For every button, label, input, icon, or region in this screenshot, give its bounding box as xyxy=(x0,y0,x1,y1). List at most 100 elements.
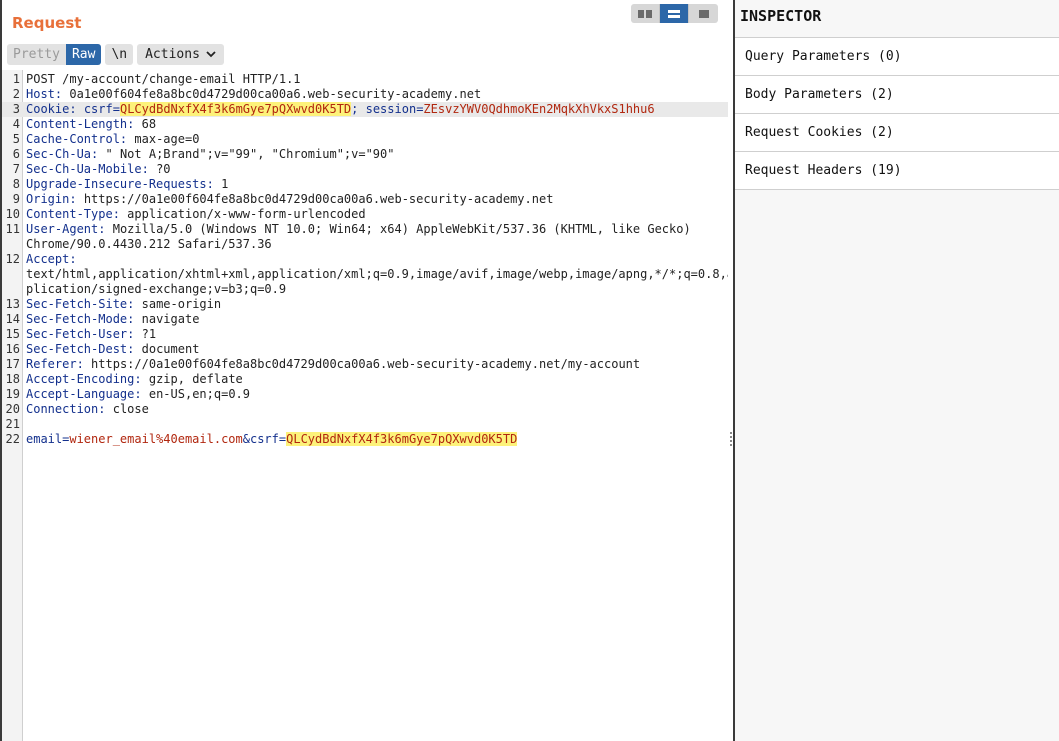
line-content: Chrome/90.0.4430.212 Safari/537.36 xyxy=(23,237,728,252)
editor-line[interactable]: 10 Content-Type: application/x-www-form-u… xyxy=(2,207,728,222)
editor-line[interactable]: 3 Cookie: csrf=QLCydBdNxfX4f3k6mGye7pQXwv… xyxy=(2,102,728,117)
line-text: Chrome/90.0.4430.212 Safari/537.36 xyxy=(26,237,272,251)
colon: : xyxy=(134,372,142,386)
editor-line[interactable]: 14 Sec-Fetch-Mode: navigate xyxy=(2,312,728,327)
inspector-title: INSPECTOR xyxy=(740,7,822,25)
editor-line[interactable]: 16 Sec-Fetch-Dest: document xyxy=(2,342,728,357)
header-value: navigate xyxy=(141,312,200,326)
editor-line[interactable]: 2 Host: 0a1e00f604fe8a8bc0d4729d00ca00a6.… xyxy=(2,87,728,102)
editor-line[interactable]: 20 Connection: close xyxy=(2,402,728,417)
line-content: Content-Type: application/x-www-form-url… xyxy=(23,207,728,222)
raw-request-editor[interactable]: 1 POST /my-account/change-email HTTP/1.1 2… xyxy=(2,72,728,447)
cookie-name: session xyxy=(365,102,417,116)
chevron-down-icon xyxy=(206,51,216,58)
header-value: 0a1e00f604fe8a8bc0d4729d00ca00a6.web-sec… xyxy=(69,87,482,101)
side-by-side-layout-icon xyxy=(638,9,652,18)
editor-line[interactable]: 5 Cache-Control: max-age=0 xyxy=(2,132,728,147)
line-number: 7 xyxy=(12,162,20,176)
header-value: same-origin xyxy=(141,297,222,311)
header-name: Accept-Encoding xyxy=(26,372,135,386)
editor-line[interactable]: 15 Sec-Fetch-User: ?1 xyxy=(2,327,728,342)
editor-line[interactable]: 22 email=wiener_email%40email.com&csrf=QL… xyxy=(2,432,728,447)
header-name: Sec-Ch-Ua-Mobile xyxy=(26,162,142,176)
editor-line[interactable]: 13 Sec-Fetch-Site: same-origin xyxy=(2,297,728,312)
editor-line[interactable]: 11 User-Agent: Mozilla/5.0 (Windows NT 10… xyxy=(2,222,728,237)
line-number: 2 xyxy=(12,87,20,101)
line-content: Upgrade-Insecure-Requests: 1 xyxy=(23,177,728,192)
side-by-side-layout-button[interactable] xyxy=(631,4,660,23)
header-value: https://0a1e00f604fe8a8bc0d4729d00ca00a6… xyxy=(91,357,641,371)
header-value: application/x-www-form-urlencoded xyxy=(127,207,366,221)
actions-menu-button[interactable]: Actions xyxy=(137,44,224,65)
header-value: 1 xyxy=(221,177,229,191)
inspector-section-body-parameters[interactable]: Body Parameters (2) xyxy=(735,76,1059,114)
editor-line[interactable]: 7 Sec-Ch-Ua-Mobile: ?0 xyxy=(2,162,728,177)
line-number: 16 xyxy=(5,342,20,356)
line-number: 19 xyxy=(5,387,20,401)
line-number: 22 xyxy=(5,432,20,446)
editor-line[interactable]: 21 xyxy=(2,417,728,432)
line-number: 3 xyxy=(12,102,20,116)
line-content: Accept-Encoding: gzip, deflate xyxy=(23,372,728,387)
line-text: POST /my-account/change-email HTTP/1.1 xyxy=(26,72,301,86)
header-name: Host xyxy=(26,87,55,101)
single-pane-layout-icon xyxy=(698,9,709,18)
editor-line[interactable]: 18 Accept-Encoding: gzip, deflate xyxy=(2,372,728,387)
header-value: ?0 xyxy=(156,162,171,176)
header-value: " Not A;Brand";v="99", "Chromium";v="90" xyxy=(105,147,395,161)
line-content: Accept: xyxy=(23,252,728,267)
editor-line[interactable]: 9 Origin: https://0a1e00f604fe8a8bc0d4729… xyxy=(2,192,728,207)
editor-line[interactable]: 12 Accept: xyxy=(2,252,728,267)
header-value: gzip, deflate xyxy=(148,372,243,386)
inspector-section-request-cookies[interactable]: Request Cookies (2) xyxy=(735,114,1059,152)
editor-line[interactable]: 8 Upgrade-Insecure-Requests: 1 xyxy=(2,177,728,192)
editor-line[interactable]: Chrome/90.0.4430.212 Safari/537.36 xyxy=(2,237,728,252)
equals: = xyxy=(112,102,120,116)
line-content xyxy=(23,417,728,432)
stacked-layout-button[interactable] xyxy=(660,4,689,23)
single-pane-layout-button[interactable] xyxy=(689,4,718,23)
inspector-section-request-headers[interactable]: Request Headers (19) xyxy=(735,152,1059,190)
actions-label: Actions xyxy=(145,47,200,62)
line-content: plication/signed-exchange;v=b3;q=0.9 xyxy=(23,282,728,297)
line-text: plication/signed-exchange;v=b3;q=0.9 xyxy=(26,282,287,296)
editor-line[interactable]: 4 Content-Length: 68 xyxy=(2,117,728,132)
editor-line[interactable]: 1 POST /my-account/change-email HTTP/1.1 xyxy=(2,72,728,87)
header-name: Referer xyxy=(26,357,77,371)
editor-line[interactable]: 19 Accept-Language: en-US,en;q=0.9 xyxy=(2,387,728,402)
editor-line[interactable]: plication/signed-exchange;v=b3;q=0.9 xyxy=(2,282,728,297)
header-name: Origin xyxy=(26,192,70,206)
body-param-name: email xyxy=(26,432,63,446)
line-content: email=wiener_email%40email.com&csrf=QLCy… xyxy=(23,432,728,447)
layout-toggles xyxy=(631,4,718,23)
line-number: 6 xyxy=(12,147,20,161)
inspector-section-query-parameters[interactable]: Query Parameters (0) xyxy=(735,38,1059,76)
header-name: Accept-Language xyxy=(26,387,135,401)
header-name: Sec-Fetch-User xyxy=(26,327,128,341)
editor-line[interactable]: text/html,application/xhtml+xml,applicat… xyxy=(2,267,728,282)
line-content: Origin: https://0a1e00f604fe8a8bc0d4729d… xyxy=(23,192,728,207)
line-content: Sec-Ch-Ua: " Not A;Brand";v="99", "Chrom… xyxy=(23,147,728,162)
raw-button[interactable]: Raw xyxy=(65,44,102,65)
editor-line[interactable]: 17 Referer: https://0a1e00f604fe8a8bc0d47… xyxy=(2,357,728,372)
editor-line[interactable]: 6 Sec-Ch-Ua: " Not A;Brand";v="99", "Chro… xyxy=(2,147,728,162)
header-name: Content-Length xyxy=(26,117,128,131)
line-number: 12 xyxy=(5,252,20,266)
pretty-button[interactable]: Pretty xyxy=(7,44,66,65)
drag-handle-icon[interactable] xyxy=(729,432,733,448)
header-value: ?1 xyxy=(141,327,157,341)
colon: : xyxy=(69,102,77,116)
header-value: max-age=0 xyxy=(134,132,200,146)
line-content: Content-Length: 68 xyxy=(23,117,728,132)
line-content: text/html,application/xhtml+xml,applicat… xyxy=(23,267,728,282)
colon: : xyxy=(69,192,77,206)
newline-toggle-button[interactable]: \n xyxy=(105,44,134,65)
